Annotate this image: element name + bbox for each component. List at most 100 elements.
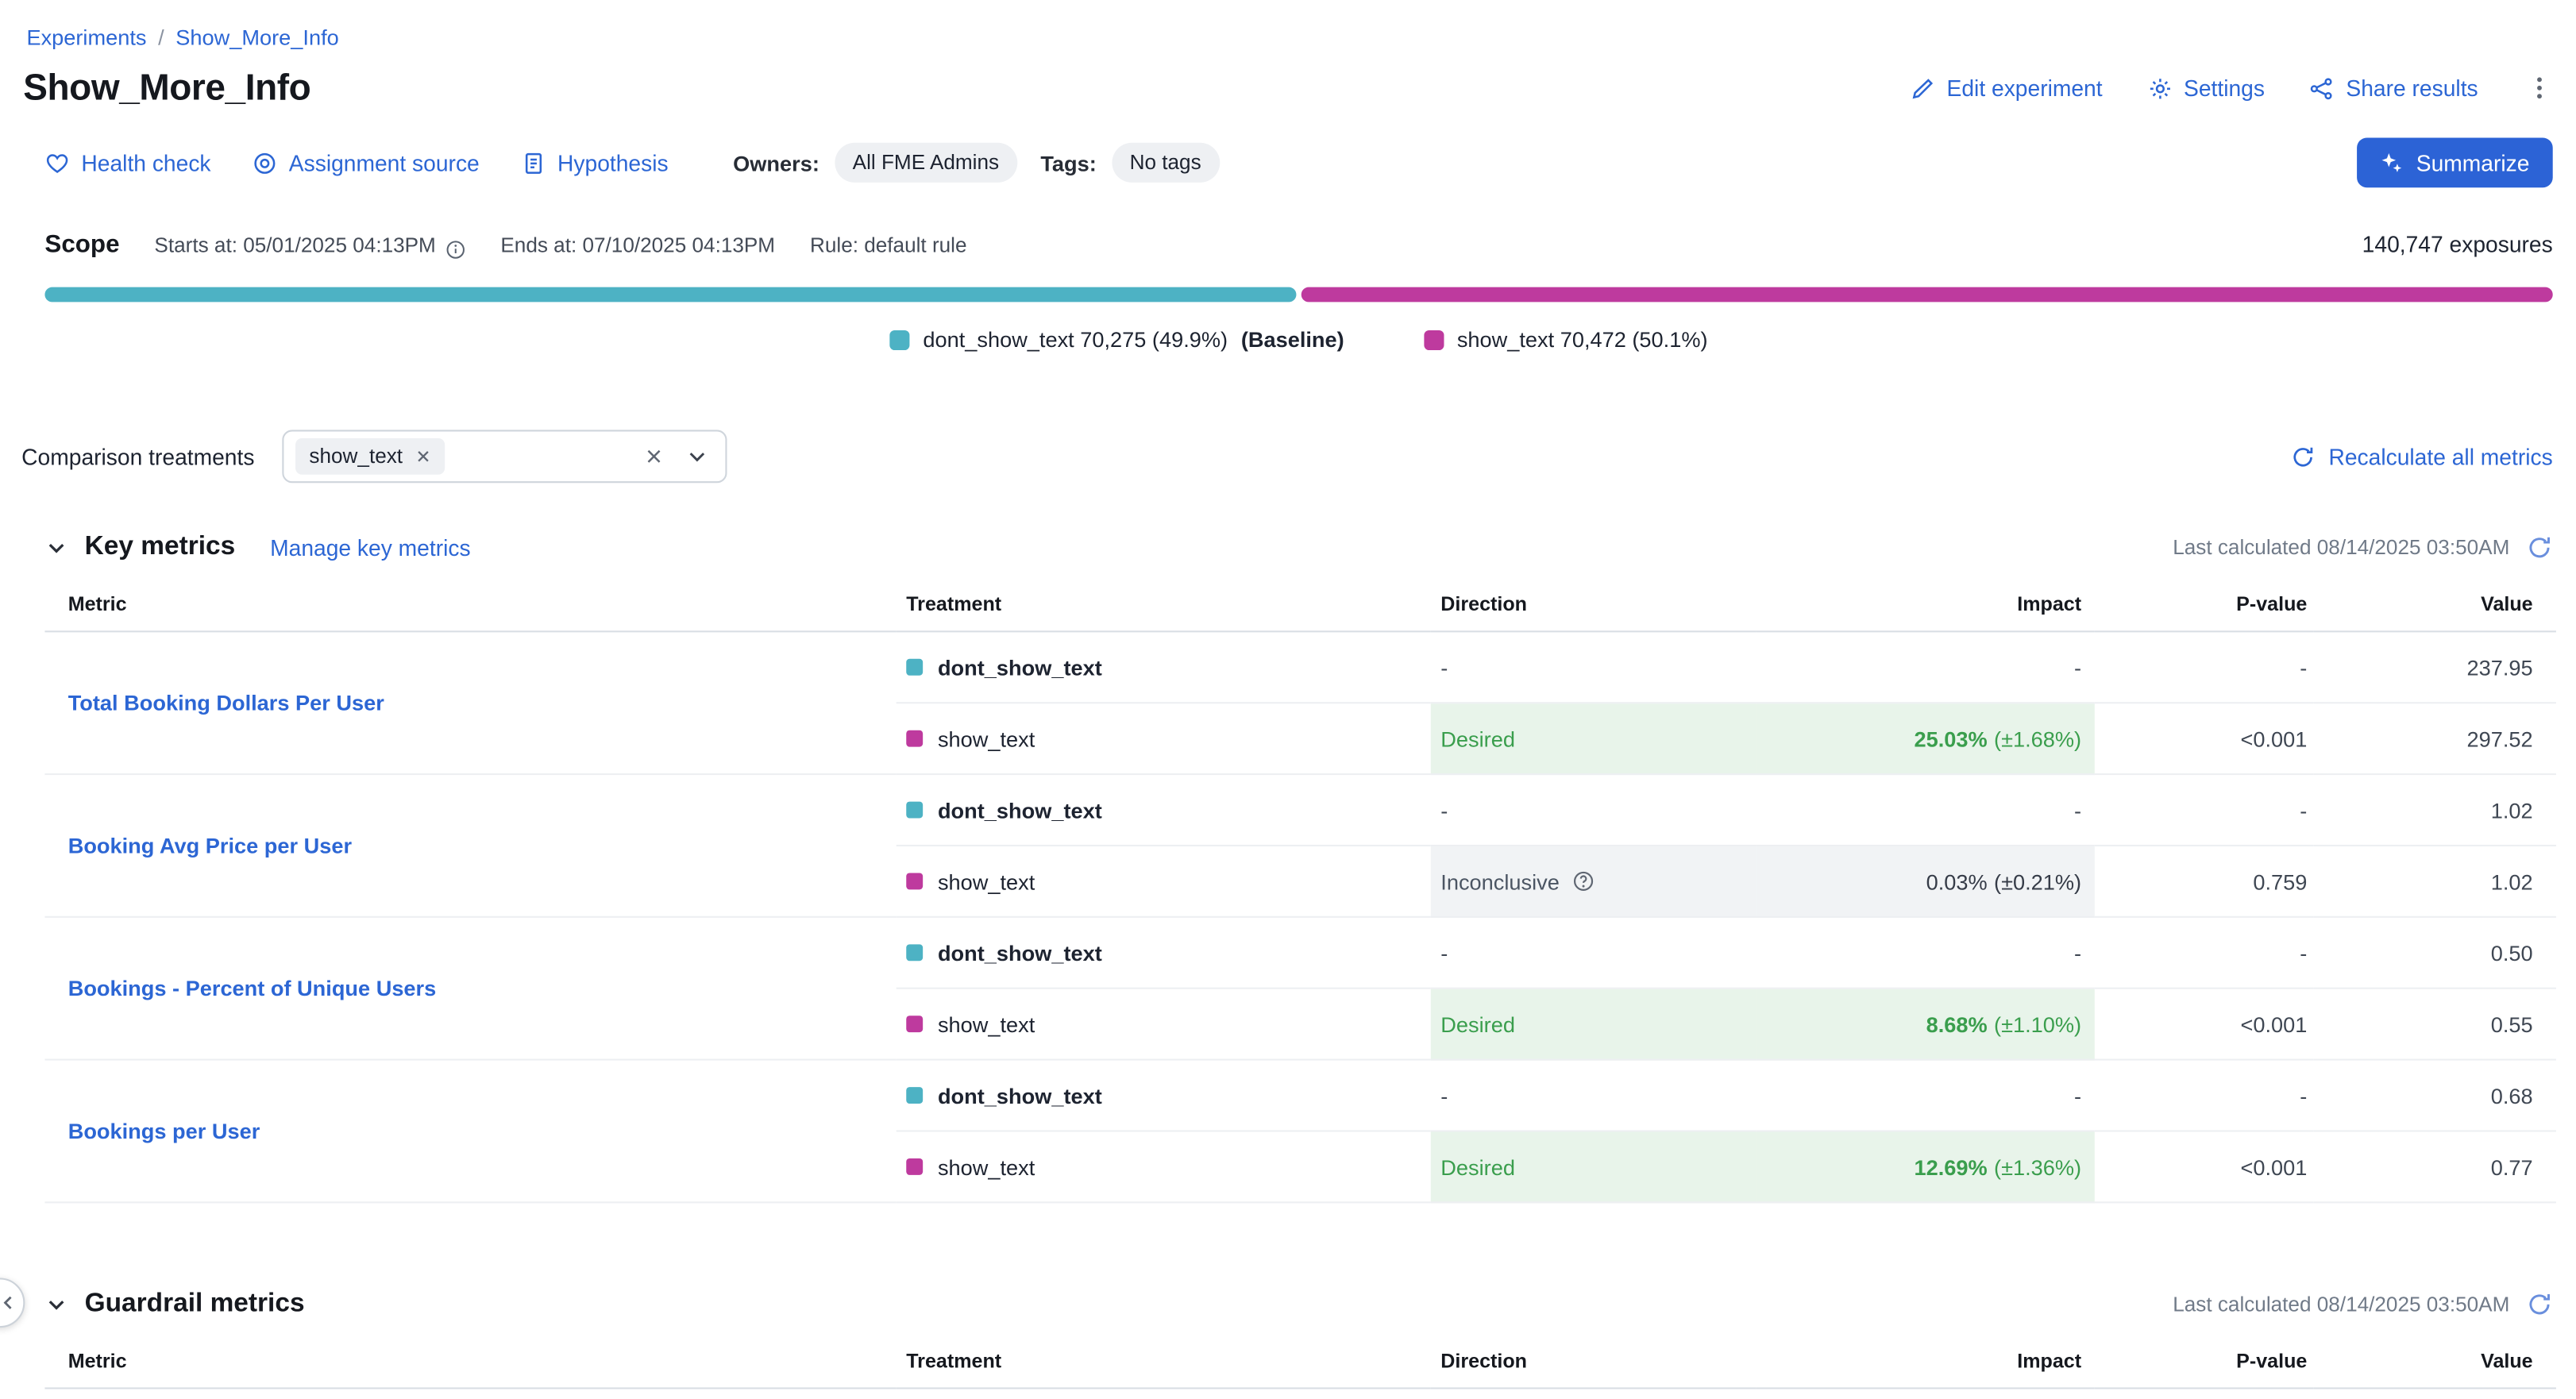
- metric-link[interactable]: Booking Avg Price per User: [68, 833, 352, 858]
- scope-section: Scope Starts at: 05/01/2025 04:13PM Ends…: [44, 231, 2552, 353]
- help-icon[interactable]: [1571, 869, 1594, 892]
- treatment-name: dont_show_text: [938, 1083, 1102, 1108]
- direction-cell: Desired: [1431, 1131, 1757, 1202]
- owners-chip[interactable]: All FME Admins: [835, 143, 1017, 183]
- key-metrics-title: Key metrics: [85, 533, 236, 563]
- gear-icon: [2147, 75, 2172, 100]
- collapse-section-icon[interactable]: [44, 1293, 67, 1316]
- p-value-cell: <0.001: [2095, 1131, 2314, 1202]
- impact-cell: 12.69%(±1.36%): [1756, 1131, 2094, 1202]
- table-row: Total Booking Dollars Per User dont_show…: [44, 631, 2555, 703]
- document-icon: [521, 150, 546, 175]
- summarize-button[interactable]: Summarize: [2357, 137, 2553, 187]
- variant-legend-label: show_text 70,472 (50.1%): [1457, 327, 1708, 352]
- comparison-row: Comparison treatments show_text Recalcul…: [21, 430, 2553, 483]
- recalculate-all-metrics-button[interactable]: Recalculate all metrics: [2290, 444, 2552, 468]
- assignment-source-label: Assignment source: [289, 150, 480, 175]
- scope-ends-at: Ends at: 07/10/2025 04:13PM: [500, 234, 775, 257]
- manage-key-metrics-link[interactable]: Manage key metrics: [270, 535, 470, 560]
- table-row: Booking Avg Price per User dont_show_tex…: [44, 774, 2555, 846]
- tags-chip[interactable]: No tags: [1112, 143, 1220, 183]
- experiment-page: Experiments / Show_More_Info Show_More_I…: [0, 0, 2576, 1399]
- selected-treatment-chip[interactable]: show_text: [296, 438, 445, 475]
- column-metric: Metric: [44, 1339, 896, 1389]
- clear-selection-icon[interactable]: [645, 446, 665, 466]
- exposure-bar: [44, 287, 2552, 303]
- hypothesis-link[interactable]: Hypothesis: [521, 150, 669, 175]
- chevron-down-icon[interactable]: [686, 445, 709, 468]
- impact-cell: 25.03%(±1.68%): [1756, 703, 2094, 774]
- value-cell: 0.50: [2314, 917, 2556, 989]
- breadcrumb-experiments-link[interactable]: Experiments: [26, 25, 146, 49]
- sidebar-expand-handle[interactable]: [0, 1278, 25, 1328]
- collapse-section-icon[interactable]: [44, 536, 67, 559]
- direction-cell: -: [1431, 1060, 1757, 1131]
- more-options-button[interactable]: [2526, 75, 2552, 101]
- page-title: Show_More_Info: [23, 67, 310, 110]
- column-treatment: Treatment: [897, 1339, 1431, 1389]
- edit-experiment-button[interactable]: Edit experiment: [1911, 75, 2103, 100]
- p-value-cell: <0.001: [2095, 703, 2314, 774]
- metric-link[interactable]: Total Booking Dollars Per User: [68, 691, 384, 715]
- baseline-swatch: [890, 330, 910, 349]
- p-value-cell: 0.759: [2095, 846, 2314, 917]
- last-calculated-text: Last calculated 08/14/2025 03:50AM: [2173, 536, 2509, 559]
- edit-experiment-label: Edit experiment: [1947, 75, 2103, 100]
- column-value: Value: [2314, 583, 2556, 632]
- summarize-label: Summarize: [2416, 150, 2530, 175]
- p-value-cell: -: [2095, 774, 2314, 846]
- share-icon: [2309, 75, 2334, 100]
- settings-button[interactable]: Settings: [2147, 75, 2265, 100]
- sub-toolbar: Health check Assignment source Hypothesi…: [0, 110, 2576, 187]
- column-impact: Impact: [1756, 583, 2094, 632]
- baseline-swatch: [906, 659, 923, 676]
- kebab-icon: [2526, 75, 2552, 101]
- last-calculated: Last calculated 08/14/2025 03:50AM: [2173, 1291, 2553, 1317]
- sparkle-icon: [2380, 151, 2403, 174]
- owners-group: Owners: All FME Admins: [733, 143, 1017, 183]
- impact-cell: -: [1756, 631, 2094, 703]
- last-calculated: Last calculated 08/14/2025 03:50AM: [2173, 534, 2553, 561]
- assignment-source-link[interactable]: Assignment source: [253, 150, 480, 175]
- remove-treatment-icon[interactable]: [415, 448, 431, 464]
- column-direction: Direction: [1431, 1339, 1757, 1389]
- column-treatment: Treatment: [897, 583, 1431, 632]
- treatment-name: show_text: [938, 726, 1035, 750]
- impact-cell: -: [1756, 917, 2094, 989]
- p-value-cell: -: [2095, 631, 2314, 703]
- metric-link[interactable]: Bookings per User: [68, 1119, 260, 1143]
- direction-cell: -: [1431, 774, 1757, 846]
- breadcrumb-current-link[interactable]: Show_More_Info: [175, 25, 338, 49]
- legend-item-baseline: dont_show_text 70,275 (49.9%) (Baseline): [890, 327, 1344, 352]
- impact-cell: -: [1756, 774, 2094, 846]
- title-bar: Show_More_Info Edit experiment Settings …: [0, 50, 2576, 110]
- baseline-legend-label: dont_show_text 70,275 (49.9%): [923, 327, 1228, 352]
- value-cell: 1.02: [2314, 774, 2556, 846]
- baseline-swatch: [906, 802, 923, 819]
- exposure-legend: dont_show_text 70,275 (49.9%) (Baseline)…: [44, 327, 2552, 352]
- comparison-label: Comparison treatments: [21, 444, 254, 468]
- exposure-bar-variant: [1301, 287, 2553, 303]
- treatment-select[interactable]: show_text: [283, 430, 727, 483]
- metric-link[interactable]: Bookings - Percent of Unique Users: [68, 976, 437, 1000]
- column-impact: Impact: [1756, 1339, 2094, 1389]
- baseline-tag: (Baseline): [1241, 327, 1344, 352]
- breadcrumb: Experiments / Show_More_Info: [0, 0, 2576, 50]
- exposures-count: 140,747 exposures: [2362, 233, 2553, 257]
- guardrail-metrics-table: Metric Treatment Direction Impact P-valu…: [44, 1339, 2555, 1389]
- pencil-icon: [1911, 75, 1935, 100]
- guardrail-metrics-title: Guardrail metrics: [85, 1289, 305, 1320]
- treatment-name: dont_show_text: [938, 797, 1102, 822]
- baseline-swatch: [906, 944, 923, 961]
- share-results-button[interactable]: Share results: [2309, 75, 2478, 100]
- refresh-icon[interactable]: [2526, 534, 2552, 561]
- column-direction: Direction: [1431, 583, 1757, 632]
- variant-swatch: [1424, 330, 1444, 349]
- direction-cell: Desired: [1431, 989, 1757, 1060]
- info-icon[interactable]: [444, 238, 465, 260]
- treatment-name: show_text: [938, 869, 1035, 893]
- heart-icon: [44, 150, 69, 175]
- health-check-link[interactable]: Health check: [44, 150, 210, 175]
- refresh-icon[interactable]: [2526, 1291, 2552, 1317]
- direction-cell: Inconclusive: [1431, 846, 1757, 917]
